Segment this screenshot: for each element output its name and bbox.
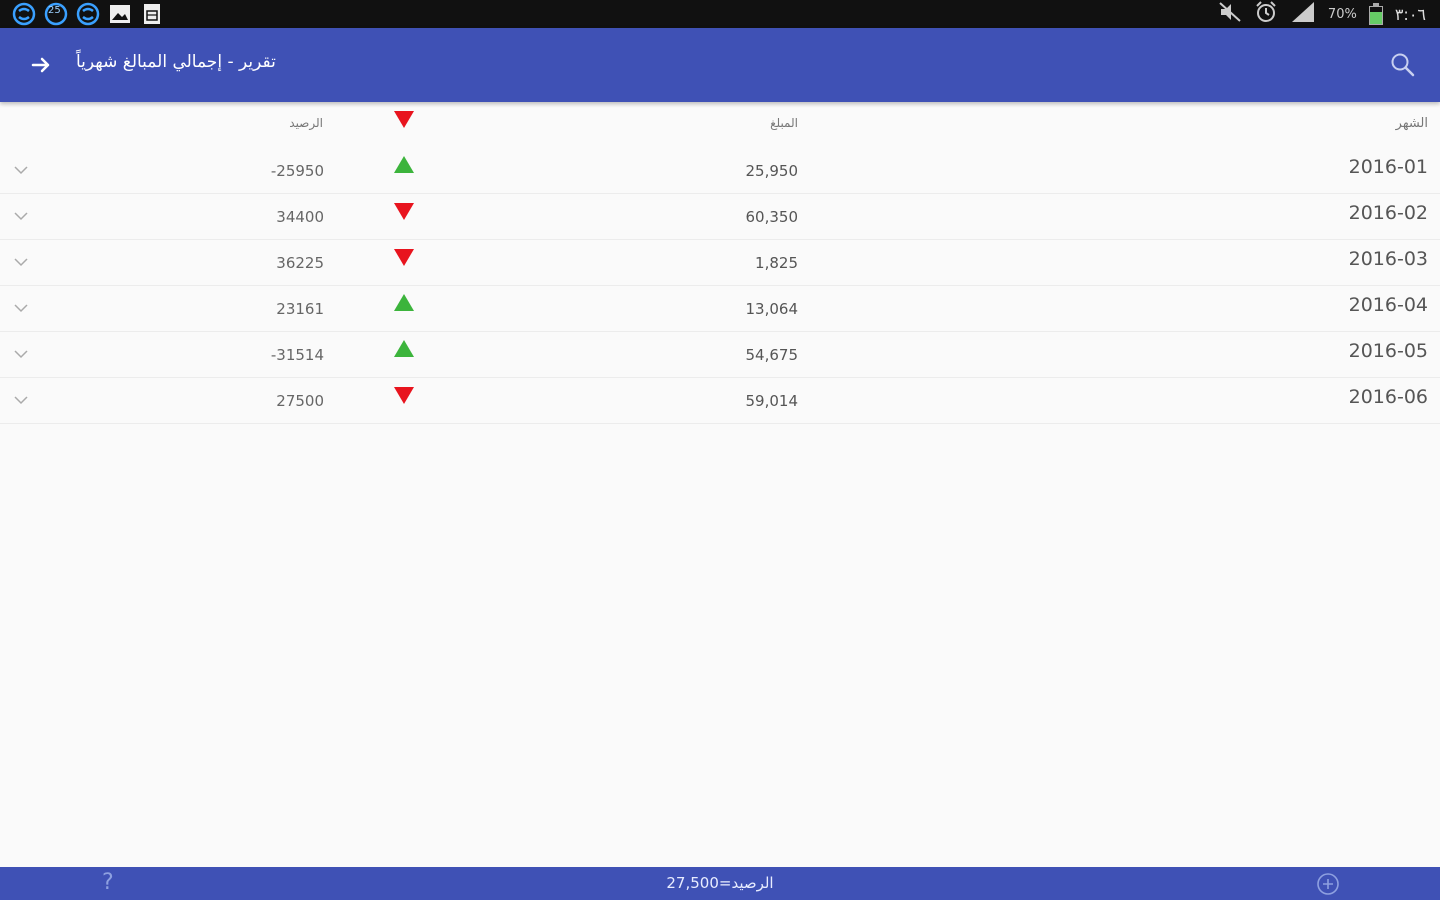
trend-down-icon [392,384,416,406]
row-amount: 60,350 [745,208,799,226]
trend-up-icon [392,154,416,176]
bottom-bar: ? الرصيد=27,500 [0,867,1440,900]
gallery-icon [108,2,132,26]
notification-icons: 25 [12,2,164,26]
row-balance: 23161 [276,300,324,318]
row-month: 2016-06 [1348,386,1428,408]
table-rows: 2016-01 25,950 -25950 2016-02 60,350 34400 201… [0,148,1440,424]
search-icon [1391,53,1415,77]
document-icon [140,2,164,26]
row-balance: 27500 [276,392,324,410]
search-button[interactable] [1388,50,1418,80]
row-month: 2016-01 [1348,156,1428,178]
header-month: الشهر [1395,116,1428,131]
table-row[interactable]: 2016-06 59,014 27500 [0,378,1440,424]
table-row[interactable]: 2016-02 60,350 34400 [0,194,1440,240]
signal-icon [1290,1,1316,27]
battery-icon [1368,3,1383,25]
total-balance: الرصيد=27,500 [666,874,774,892]
row-amount: 59,014 [745,392,799,410]
row-month: 2016-02 [1348,202,1428,224]
back-button[interactable] [26,50,56,80]
mute-icon [1218,1,1242,27]
chevron-down-icon[interactable] [12,162,30,176]
chevron-down-icon[interactable] [12,254,30,268]
header-sort-down-icon[interactable] [392,108,416,134]
add-button[interactable] [1316,872,1340,896]
arrow-right-icon [31,57,50,73]
trend-up-icon [392,338,416,360]
table-row[interactable]: 2016-04 13,064 23161 [0,286,1440,332]
monthly-report-table: الشهر المبلغ الرصيد 2016-01 25,950 -25950 2… [0,102,1440,424]
header-balance: الرصيد [289,116,323,130]
trend-down-icon [392,200,416,222]
row-balance: 34400 [276,208,324,226]
chevron-down-icon[interactable] [12,392,30,406]
row-balance: -25950 [270,162,324,180]
table-row[interactable]: 2016-05 54,675 -31514 [0,332,1440,378]
row-month: 2016-05 [1348,340,1428,362]
table-header: الشهر المبلغ الرصيد [0,102,1440,148]
calendar-icon: 25 [44,2,68,26]
battery-percent: 70% [1327,6,1357,22]
row-amount: 25,950 [745,162,799,180]
trend-down-icon [392,246,416,268]
row-month: 2016-03 [1348,248,1428,270]
row-amount: 54,675 [745,346,799,364]
row-balance: -31514 [270,346,324,364]
header-amount: المبلغ [770,116,798,130]
row-amount: 13,064 [745,300,799,318]
chevron-down-icon[interactable] [12,300,30,314]
table-row[interactable]: 2016-03 1,825 36225 [0,240,1440,286]
row-amount: 1,825 [755,254,798,272]
row-month: 2016-04 [1348,294,1428,316]
trend-up-icon [392,292,416,314]
page-title: تقرير - إجمالي المبالغ شهرياً [76,52,276,72]
calendar-day: 25 [48,5,61,16]
chevron-down-icon[interactable] [12,208,30,222]
s-app-icon [12,2,36,26]
add-circle-icon [1317,873,1339,895]
system-icons: 70% ٣:٠٦ [1218,1,1426,27]
s-app-icon [76,2,100,26]
chevron-down-icon[interactable] [12,346,30,360]
status-bar: 25 70% ٣:٠٦ [0,0,1440,28]
alarm-icon [1254,1,1278,27]
clock: ٣:٠٦ [1394,4,1426,24]
row-balance: 36225 [276,254,324,272]
table-row[interactable]: 2016-01 25,950 -25950 [0,148,1440,194]
app-toolbar: تقرير - إجمالي المبالغ شهرياً [0,28,1440,102]
